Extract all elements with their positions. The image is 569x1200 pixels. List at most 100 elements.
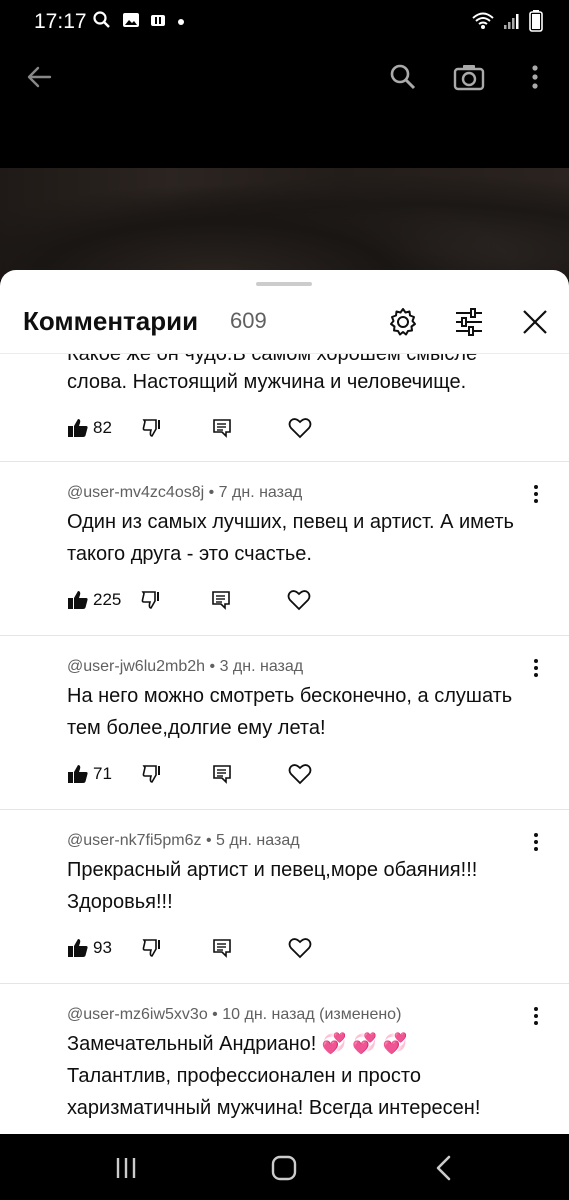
comment-menu-button[interactable] [524, 1004, 548, 1028]
reply-icon [212, 591, 231, 610]
comment-author[interactable]: @user-mv4zc4os8j [67, 484, 204, 501]
comment-text: Один из самых лучших, певец и артист. А … [67, 511, 514, 565]
chevron-left-icon [436, 1155, 451, 1181]
like-count: 225 [93, 590, 122, 609]
thumbs-up-icon [68, 591, 88, 609]
media-icon [150, 12, 166, 33]
comment-text: Замечательный Андриано! 💞 💞 💞 Талантлив,… [67, 1028, 537, 1124]
comments-header: Комментарии 609 [0, 294, 569, 354]
more-vertical-icon [534, 1007, 538, 1025]
more-vertical-icon [534, 485, 538, 503]
search-icon [390, 64, 416, 90]
more-options-button[interactable] [514, 56, 556, 98]
wifi-icon [471, 11, 495, 36]
comment-age: 3 дн. назад [219, 658, 304, 675]
reply-button[interactable] [212, 934, 232, 962]
recent-apps-icon [116, 1158, 136, 1178]
heart-button[interactable] [288, 934, 312, 962]
comments-title: Комментарии [23, 306, 199, 336]
thumbs-down-icon [141, 591, 160, 609]
status-bar: 17:17 [0, 0, 569, 44]
reply-icon [213, 419, 231, 438]
status-notifications [92, 10, 186, 35]
signal-icon [503, 12, 521, 35]
like-button[interactable]: 82 [67, 414, 112, 442]
screenshot-button[interactable] [448, 56, 490, 98]
reply-icon [213, 939, 231, 958]
heart-button[interactable] [288, 414, 312, 442]
comment-text-line: Замечательный Андриано! [67, 1033, 317, 1055]
comment-item: @user-jw6lu2mb2h • 3 дн. назад На него м… [0, 636, 569, 808]
dislike-button[interactable] [142, 414, 164, 442]
comments-count: 609 [230, 308, 267, 333]
comment-menu-button[interactable] [524, 656, 548, 680]
comment-age: 5 дн. назад [216, 832, 300, 849]
thumbs-up-icon [68, 765, 88, 783]
like-button[interactable]: 93 [67, 934, 112, 962]
meta-separator: • [207, 1006, 223, 1023]
comments-list[interactable]: Какое же он чудо.В самом хорошем смысле … [0, 354, 569, 1134]
dislike-button[interactable] [142, 760, 164, 788]
dislike-button[interactable] [142, 934, 164, 962]
status-time: 17:17 [34, 10, 87, 33]
like-button[interactable]: 225 [67, 586, 121, 614]
comment-actions: 82 [67, 414, 312, 442]
meta-separator: • [204, 484, 219, 501]
comment-author[interactable]: @user-mz6iw5xv3o [67, 1006, 208, 1023]
comment-text: слова. Настоящий мужчина и человечище. [67, 371, 467, 393]
recent-apps-button[interactable] [106, 1148, 146, 1188]
like-count: 93 [93, 938, 112, 957]
reply-button[interactable] [212, 414, 232, 442]
like-count: 82 [93, 418, 112, 437]
comment-author[interactable]: @user-nk7fi5pm6z [67, 832, 202, 849]
home-icon [271, 1155, 297, 1181]
close-icon [523, 310, 547, 334]
comment-menu-button[interactable] [524, 830, 548, 854]
comment-age: 7 дн. назад [218, 484, 303, 501]
gear-icon [390, 308, 416, 336]
comment-age: 10 дн. назад (изменено) [222, 1006, 402, 1023]
heart-emoji: 💞 💞 💞 [321, 1033, 408, 1055]
meta-separator: • [205, 658, 220, 675]
thumbs-down-icon [142, 939, 160, 957]
meta-separator: • [201, 832, 217, 849]
camera-icon [453, 65, 485, 91]
thumbs-up-icon [68, 939, 88, 957]
close-button[interactable] [515, 302, 555, 342]
sliders-icon [456, 308, 482, 336]
sort-filter-button[interactable] [449, 302, 489, 342]
reply-button[interactable] [211, 586, 231, 614]
comment-actions: 225 [67, 586, 311, 614]
reply-button[interactable] [212, 760, 232, 788]
video-frame [0, 168, 569, 280]
more-vertical-icon [532, 65, 538, 89]
dislike-button[interactable] [141, 586, 163, 614]
back-button[interactable] [18, 56, 60, 98]
video-player[interactable] [0, 110, 569, 280]
settings-button[interactable] [383, 302, 423, 342]
heart-button[interactable] [288, 760, 312, 788]
like-count: 71 [93, 764, 112, 783]
comment-author[interactable]: @user-jw6lu2mb2h [67, 658, 205, 675]
comments-sheet: Какое же он чудо.В самом хорошем смысле … [0, 270, 569, 1134]
home-button[interactable] [264, 1148, 304, 1188]
comment-text: На него можно смотреть бесконечно, а слу… [67, 685, 513, 739]
app-bar [0, 44, 569, 110]
comment-text: Прекрасный артист и певец,море обаяния!!… [67, 859, 478, 913]
comment-meta: @user-jw6lu2mb2h • 3 дн. назад [67, 658, 303, 676]
arrow-left-icon [27, 66, 52, 88]
thumbs-down-icon [142, 419, 160, 437]
comment-actions: 71 [67, 760, 312, 788]
thumbs-down-icon [142, 765, 160, 783]
dot-icon [176, 14, 186, 32]
battery-icon [529, 10, 543, 37]
like-button[interactable]: 71 [67, 760, 112, 788]
search-icon [92, 10, 112, 35]
heart-button[interactable] [287, 586, 311, 614]
system-back-button[interactable] [424, 1148, 464, 1188]
drag-handle[interactable] [256, 282, 312, 286]
search-button[interactable] [382, 56, 424, 98]
comment-menu-button[interactable] [524, 482, 548, 506]
comment-meta: @user-mv4zc4os8j • 7 дн. назад [67, 484, 302, 502]
system-nav-bar [0, 1134, 569, 1200]
